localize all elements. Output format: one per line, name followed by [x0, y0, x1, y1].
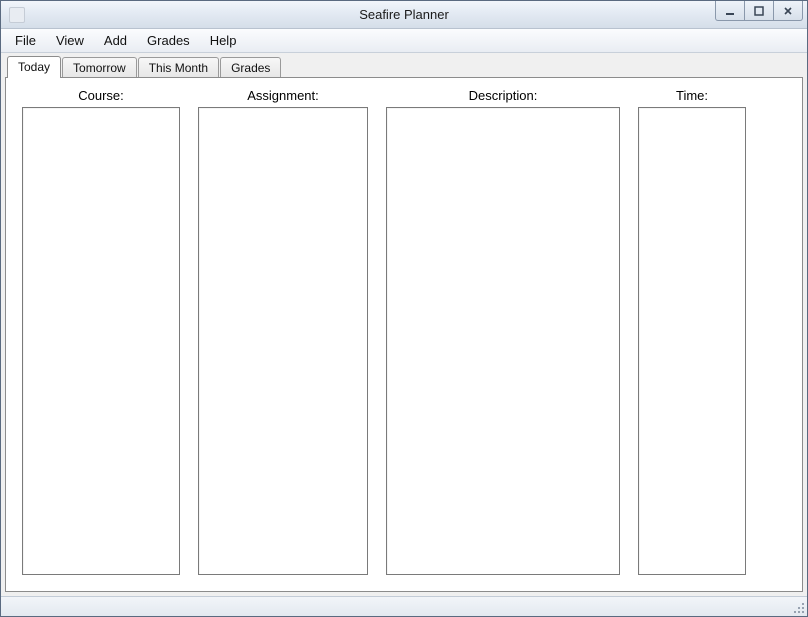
listbox-time[interactable]	[638, 107, 746, 575]
minimize-icon	[725, 6, 735, 16]
column-course-header: Course:	[22, 88, 180, 103]
menu-add[interactable]: Add	[94, 29, 137, 52]
client-area: Today Tomorrow This Month Grades Course:…	[1, 53, 807, 596]
column-course: Course:	[22, 88, 180, 575]
menu-help[interactable]: Help	[200, 29, 247, 52]
minimize-button[interactable]	[715, 1, 745, 21]
window-title: Seafire Planner	[1, 7, 807, 22]
title-bar[interactable]: Seafire Planner	[1, 1, 807, 29]
app-window: Seafire Planner File View Add Grades Hel…	[0, 0, 808, 617]
column-time-header: Time:	[638, 88, 746, 103]
window-controls	[716, 1, 807, 21]
column-assignment-header: Assignment:	[198, 88, 368, 103]
menu-file[interactable]: File	[5, 29, 46, 52]
tab-this-month[interactable]: This Month	[138, 57, 219, 78]
close-icon	[783, 6, 793, 16]
menu-view[interactable]: View	[46, 29, 94, 52]
column-assignment: Assignment:	[198, 88, 368, 575]
tab-tomorrow[interactable]: Tomorrow	[62, 57, 137, 78]
column-description: Description:	[386, 88, 620, 575]
resize-grip[interactable]	[791, 600, 805, 614]
tab-panel-today: Course: Assignment: Description: Time:	[5, 77, 803, 592]
menu-bar: File View Add Grades Help	[1, 29, 807, 53]
column-time: Time:	[638, 88, 746, 575]
listbox-course[interactable]	[22, 107, 180, 575]
tab-strip: Today Tomorrow This Month Grades	[5, 55, 803, 77]
tab-today[interactable]: Today	[7, 56, 61, 78]
maximize-button[interactable]	[744, 1, 774, 21]
column-description-header: Description:	[386, 88, 620, 103]
menu-grades[interactable]: Grades	[137, 29, 200, 52]
resize-grip-icon	[791, 600, 805, 614]
close-button[interactable]	[773, 1, 803, 21]
app-icon	[9, 7, 25, 23]
status-bar	[1, 596, 807, 616]
tab-grades[interactable]: Grades	[220, 57, 281, 78]
maximize-icon	[754, 6, 764, 16]
listbox-assignment[interactable]	[198, 107, 368, 575]
listbox-description[interactable]	[386, 107, 620, 575]
